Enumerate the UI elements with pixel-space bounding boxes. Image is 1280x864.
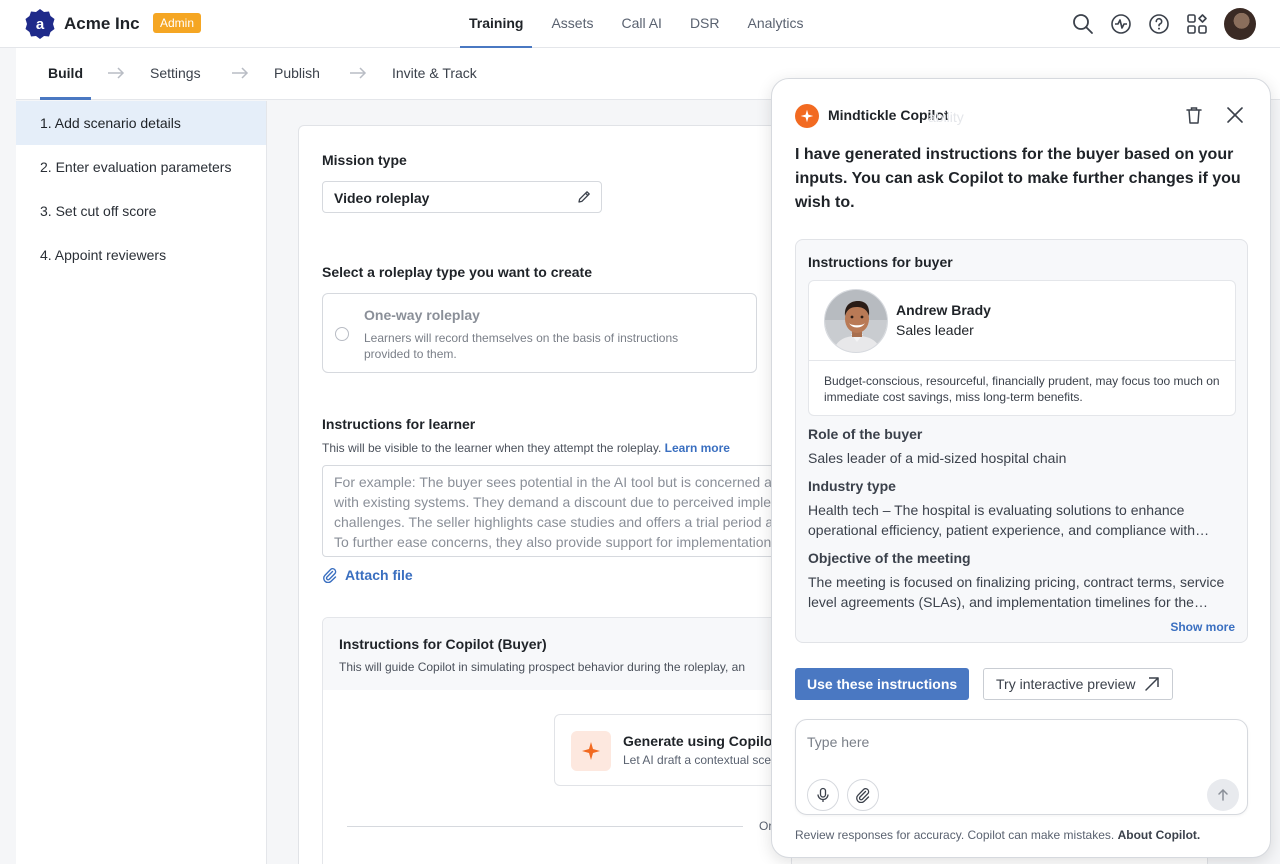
- apps-icon[interactable]: [1186, 13, 1208, 35]
- persona-name: Andrew Brady: [896, 302, 991, 318]
- learner-instructions-label: Instructions for learner: [322, 416, 476, 432]
- sidebar-item-scenario-details[interactable]: 1. Add scenario details: [16, 101, 266, 145]
- hint-text: This will be visible to the learner when…: [322, 441, 662, 455]
- learner-instructions-hint: This will be visible to the learner when…: [322, 441, 730, 455]
- meeting-objective-title: Objective of the meeting: [808, 550, 971, 566]
- roleplay-type-label: Select a roleplay type you want to creat…: [322, 264, 592, 280]
- paperclip-icon: [856, 788, 870, 803]
- step-invite-track[interactable]: Invite & Track: [392, 48, 477, 100]
- option-title: One-way roleplay: [364, 307, 480, 323]
- svg-text:a: a: [36, 16, 45, 33]
- persona-avatar: [824, 289, 888, 353]
- generate-description: Let AI draft a contextual scenario: [623, 753, 792, 767]
- copilot-panel: Mindtickle Copilot ability I have genera…: [771, 78, 1271, 858]
- external-arrow-icon: [1144, 677, 1159, 691]
- nav-assets[interactable]: Assets: [542, 0, 602, 48]
- industry-type-title: Industry type: [808, 478, 896, 494]
- nav-training[interactable]: Training: [460, 0, 533, 48]
- interactive-preview-button[interactable]: Try interactive preview: [983, 668, 1173, 700]
- acme-logo-icon[interactable]: a: [24, 8, 56, 40]
- mission-type-field[interactable]: Video roleplay: [322, 181, 602, 213]
- arrow-right-icon: [108, 67, 125, 79]
- chat-composer: [795, 719, 1248, 815]
- sidebar-item-evaluation-parameters[interactable]: 2. Enter evaluation parameters: [16, 145, 266, 189]
- buyer-instructions-card: Instructions for buyer Andrew Brady Sale…: [795, 239, 1248, 643]
- one-way-roleplay-option[interactable]: One-way roleplay Learners will record th…: [322, 293, 757, 373]
- persona-description: Budget-conscious, resourceful, financial…: [824, 374, 1220, 404]
- interactive-preview-label: Try interactive preview: [996, 676, 1136, 692]
- search-icon[interactable]: [1072, 13, 1094, 35]
- top-icons: [1056, 8, 1256, 40]
- trash-icon[interactable]: [1184, 105, 1204, 125]
- option-description: Learners will record themselves on the b…: [364, 331, 679, 361]
- admin-badge: Admin: [153, 13, 202, 33]
- use-instructions-button[interactable]: Use these instructions: [795, 668, 970, 700]
- paperclip-icon: [323, 568, 337, 583]
- top-bar: a Acme Inc Admin Training Assets Call AI…: [0, 0, 1280, 48]
- industry-type-text: Health tech – The hospital is evaluating…: [808, 502, 1196, 538]
- copilot-disclaimer: Review responses for accuracy. Copilot c…: [795, 828, 1200, 842]
- copilot-logo-icon: [795, 104, 819, 128]
- generate-using-copilot-card[interactable]: Generate using Copilot Let AI draft a co…: [554, 714, 792, 786]
- buyer-instructions-title: Instructions for buyer: [808, 254, 953, 270]
- textarea-placeholder: For example: The buyer sees potential in…: [334, 474, 791, 550]
- mission-type-label: Mission type: [322, 152, 407, 168]
- about-copilot-link[interactable]: About Copilot.: [1118, 828, 1201, 842]
- nav-dsr[interactable]: DSR: [681, 0, 729, 48]
- main-nav: Training Assets Call AI DSR Analytics: [460, 0, 823, 48]
- copilot-instructions-label: Instructions for Copilot (Buyer): [339, 636, 547, 652]
- sparkle-icon: [571, 731, 611, 771]
- disclaimer-text: Review responses for accuracy. Copilot c…: [795, 828, 1115, 842]
- role-of-buyer-text: Sales leader of a mid-sized hospital cha…: [808, 450, 1067, 466]
- microphone-button[interactable]: [807, 779, 839, 811]
- attach-button[interactable]: [847, 779, 879, 811]
- persona-role: Sales leader: [896, 322, 974, 338]
- help-icon[interactable]: [1148, 13, 1170, 35]
- step-settings[interactable]: Settings: [150, 48, 201, 100]
- nav-call-ai[interactable]: Call AI: [612, 0, 670, 48]
- close-icon[interactable]: [1226, 106, 1244, 124]
- radio-button[interactable]: [335, 327, 349, 341]
- mission-type-value: Video roleplay: [334, 190, 430, 206]
- arrow-right-icon: [350, 67, 367, 79]
- sidebar-item-cut-off-score[interactable]: 3. Set cut off score: [16, 189, 266, 233]
- copilot-instructions-section: Instructions for Copilot (Buyer) This wi…: [322, 617, 792, 864]
- user-avatar[interactable]: [1224, 8, 1256, 40]
- step-build[interactable]: Build: [40, 48, 91, 100]
- copilot-message: I have generated instructions for the bu…: [795, 146, 1241, 211]
- show-more-link[interactable]: Show more: [1170, 620, 1235, 634]
- meeting-objective-text: The meeting is focused on finalizing pri…: [808, 574, 1225, 610]
- microphone-icon: [817, 787, 829, 802]
- copilot-section-header: Instructions for Copilot (Buyer) This wi…: [323, 618, 791, 690]
- divider: [347, 826, 743, 827]
- pencil-icon[interactable]: [576, 189, 592, 205]
- learn-more-link[interactable]: Learn more: [665, 441, 730, 455]
- activity-icon[interactable]: [1110, 13, 1132, 35]
- chat-input[interactable]: [807, 734, 1187, 750]
- background-text: ability: [928, 109, 964, 125]
- nav-analytics[interactable]: Analytics: [739, 0, 813, 48]
- arrow-up-icon: [1218, 789, 1228, 801]
- sidebar-item-reviewers[interactable]: 4. Appoint reviewers: [16, 233, 266, 277]
- scenario-steps-sidebar: 1. Add scenario details 2. Enter evaluat…: [16, 101, 267, 864]
- brand-name: Acme Inc: [64, 14, 140, 33]
- generate-title: Generate using Copilot: [623, 733, 778, 749]
- attach-file-label: Attach file: [345, 567, 413, 583]
- buyer-persona-card: Andrew Brady Sales leader Budget-conscio…: [808, 280, 1236, 416]
- attach-file-link[interactable]: Attach file: [322, 567, 413, 583]
- send-button[interactable]: [1207, 779, 1239, 811]
- divider: [809, 360, 1235, 361]
- role-of-buyer-title: Role of the buyer: [808, 426, 923, 442]
- learner-instructions-textarea[interactable]: For example: The buyer sees potential in…: [322, 465, 792, 557]
- step-publish[interactable]: Publish: [274, 48, 320, 100]
- copilot-instructions-hint: This will guide Copilot in simulating pr…: [339, 660, 745, 674]
- arrow-right-icon: [232, 67, 249, 79]
